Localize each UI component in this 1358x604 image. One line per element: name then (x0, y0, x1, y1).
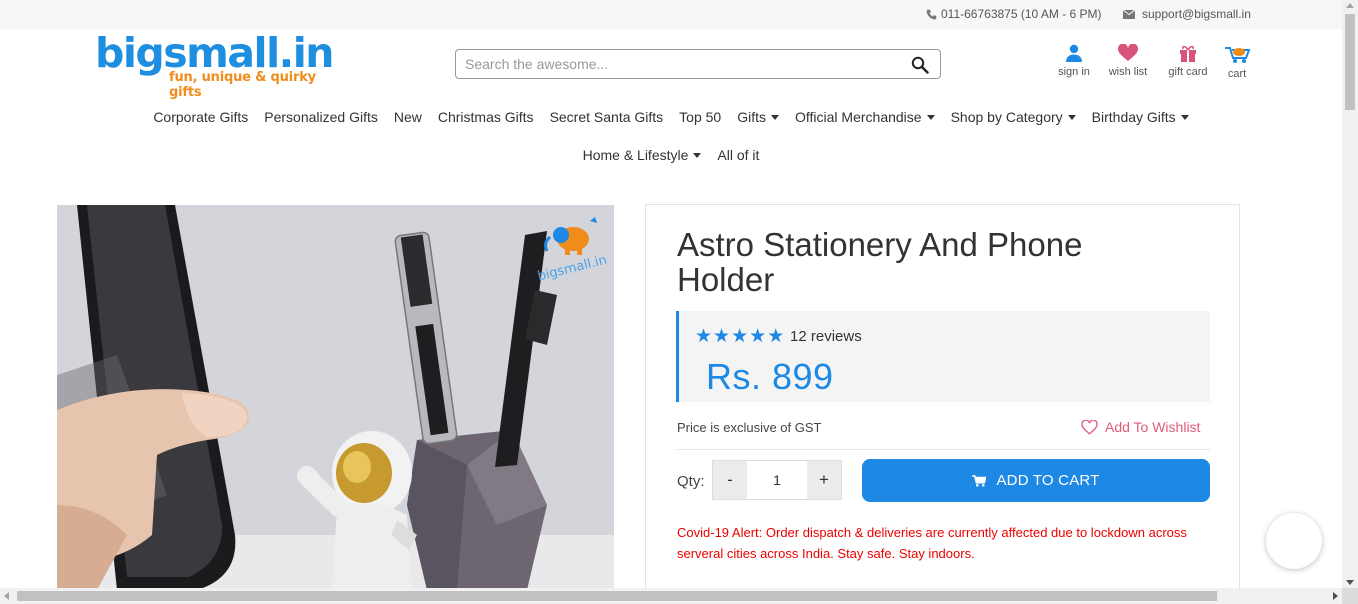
heart-outline-icon (1081, 419, 1098, 435)
nav-shop-by-category[interactable]: Shop by Category (943, 106, 1084, 128)
nav-row-1: Corporate Gifts Personalized Gifts New C… (0, 106, 1342, 128)
logo-wordmark: bigsmall.in (95, 29, 334, 77)
star-icon: ★ (749, 326, 767, 347)
nav-all-of-it[interactable]: All of it (709, 144, 767, 166)
add-to-cart-label: ADD TO CART (996, 472, 1100, 489)
support-email-text: support@bigsmall.in (1142, 7, 1251, 21)
scroll-up-arrow-icon[interactable] (1346, 3, 1354, 8)
nav-label: Personalized Gifts (264, 109, 378, 125)
horizontal-scrollbar[interactable] (0, 588, 1342, 604)
scroll-down-arrow-icon[interactable] (1346, 580, 1354, 585)
phone-icon (926, 9, 937, 19)
nav-label: All of it (717, 147, 760, 163)
signin-link[interactable]: sign in (1054, 44, 1094, 78)
vertical-scrollbar[interactable] (1342, 0, 1358, 588)
quantity-increase-button[interactable]: + (807, 461, 841, 499)
nav-row-2: Home & Lifestyle All of it (0, 144, 1342, 166)
wishlist-label: wish list (1108, 66, 1148, 78)
product-detail-panel: Astro Stationery And Phone Holder ★ ★ ★ … (645, 204, 1240, 604)
quantity-label: Qty: (677, 473, 705, 490)
nav-label: Gifts (737, 109, 766, 125)
nav-label: Home & Lifestyle (582, 147, 689, 163)
gift-icon (1180, 45, 1196, 62)
gst-note: Price is exclusive of GST (677, 420, 822, 435)
caret-down-icon (926, 114, 935, 120)
nav-label: Birthday Gifts (1091, 109, 1176, 125)
main-navigation: Corporate Gifts Personalized Gifts New C… (0, 106, 1342, 182)
nav-label: Official Merchandise (795, 109, 922, 125)
search-input[interactable] (465, 54, 895, 74)
add-to-cart-button[interactable]: ADD TO CART (862, 459, 1210, 502)
nav-official-merchandise[interactable]: Official Merchandise (787, 106, 943, 128)
top-info-bar: 011-66763875 (10 AM - 6 PM) support@bigs… (0, 0, 1342, 29)
image-watermark-logo: bigsmall.in (535, 213, 608, 293)
nav-label: Top 50 (679, 109, 722, 125)
search-icon[interactable] (911, 56, 929, 74)
logo-tagline: fun, unique & quirky gifts (169, 70, 316, 100)
product-price: Rs. 899 (706, 356, 834, 397)
product-photo-illustration (57, 205, 614, 590)
support-phone[interactable]: 011-66763875 (10 AM - 6 PM) (926, 7, 1102, 21)
heart-icon (1118, 44, 1138, 61)
nav-gifts[interactable]: Gifts (729, 106, 787, 128)
cart-label: cart (1227, 68, 1247, 80)
star-icon: ★ (713, 326, 731, 347)
product-title: Astro Stationery And Phone Holder (677, 226, 1083, 298)
cart-elephant-icon (1225, 47, 1251, 63)
site-logo[interactable]: bigsmall.in fun, unique & quirky gifts (95, 29, 335, 101)
reviews-count[interactable]: 12 reviews (790, 328, 862, 345)
nav-home-lifestyle[interactable]: Home & Lifestyle (575, 144, 710, 166)
quantity-decrease-button[interactable]: - (713, 461, 747, 499)
cart-link[interactable]: cart (1222, 44, 1252, 80)
nav-label: Secret Santa Gifts (549, 109, 664, 125)
signin-label: sign in (1058, 66, 1090, 78)
caret-down-icon (1180, 114, 1189, 120)
price-box: ★ ★ ★ ★ ★ 12 reviews Rs. 899 (676, 311, 1210, 402)
rating-stars[interactable]: ★ ★ ★ ★ ★ (695, 327, 784, 346)
product-image[interactable]: bigsmall.in (57, 205, 614, 590)
caret-down-icon (1067, 114, 1076, 120)
nav-birthday-gifts[interactable]: Birthday Gifts (1084, 106, 1197, 128)
divider (677, 449, 1210, 450)
nav-label: New (393, 109, 422, 125)
scroll-left-arrow-icon[interactable] (4, 592, 9, 600)
nav-new[interactable]: New (386, 106, 430, 128)
giftcard-link[interactable]: gift card (1162, 44, 1214, 78)
quantity-stepper: - + (712, 460, 842, 500)
nav-christmas-gifts[interactable]: Christmas Gifts (430, 106, 542, 128)
nav-label: Shop by Category (950, 109, 1063, 125)
scroll-right-arrow-icon[interactable] (1333, 592, 1338, 600)
star-icon: ★ (695, 326, 713, 347)
vertical-scroll-thumb[interactable] (1345, 14, 1355, 110)
support-email[interactable]: support@bigsmall.in (1123, 7, 1251, 21)
nav-corporate-gifts[interactable]: Corporate Gifts (145, 106, 256, 128)
caret-down-icon (771, 114, 779, 120)
search-bar (455, 49, 941, 79)
nav-secret-santa-gifts[interactable]: Secret Santa Gifts (542, 106, 672, 128)
covid-alert: Covid-19 Alert: Order dispatch & deliver… (677, 525, 1187, 561)
chat-widget-button[interactable] (1266, 513, 1322, 569)
nav-top-50[interactable]: Top 50 (671, 106, 729, 128)
user-icon (1066, 44, 1082, 62)
wishlist-button-label: Add To Wishlist (1105, 419, 1201, 435)
quantity-input[interactable] (747, 461, 807, 499)
horizontal-scroll-thumb[interactable] (17, 591, 1217, 601)
nav-personalized-gifts[interactable]: Personalized Gifts (256, 106, 386, 128)
scrollbar-corner (1342, 588, 1358, 604)
giftcard-label: gift card (1168, 66, 1208, 78)
star-icon: ★ (767, 326, 785, 347)
star-icon: ★ (731, 326, 749, 347)
support-phone-text: 011-66763875 (10 AM - 6 PM) (941, 7, 1102, 21)
envelope-icon (1123, 9, 1135, 19)
cart-icon (972, 474, 987, 487)
add-to-wishlist-button[interactable]: Add To Wishlist (1081, 419, 1200, 435)
wishlist-link[interactable]: wish list (1104, 44, 1152, 78)
nav-label: Corporate Gifts (153, 109, 249, 125)
caret-down-icon (693, 152, 702, 158)
nav-label: Christmas Gifts (437, 109, 534, 125)
